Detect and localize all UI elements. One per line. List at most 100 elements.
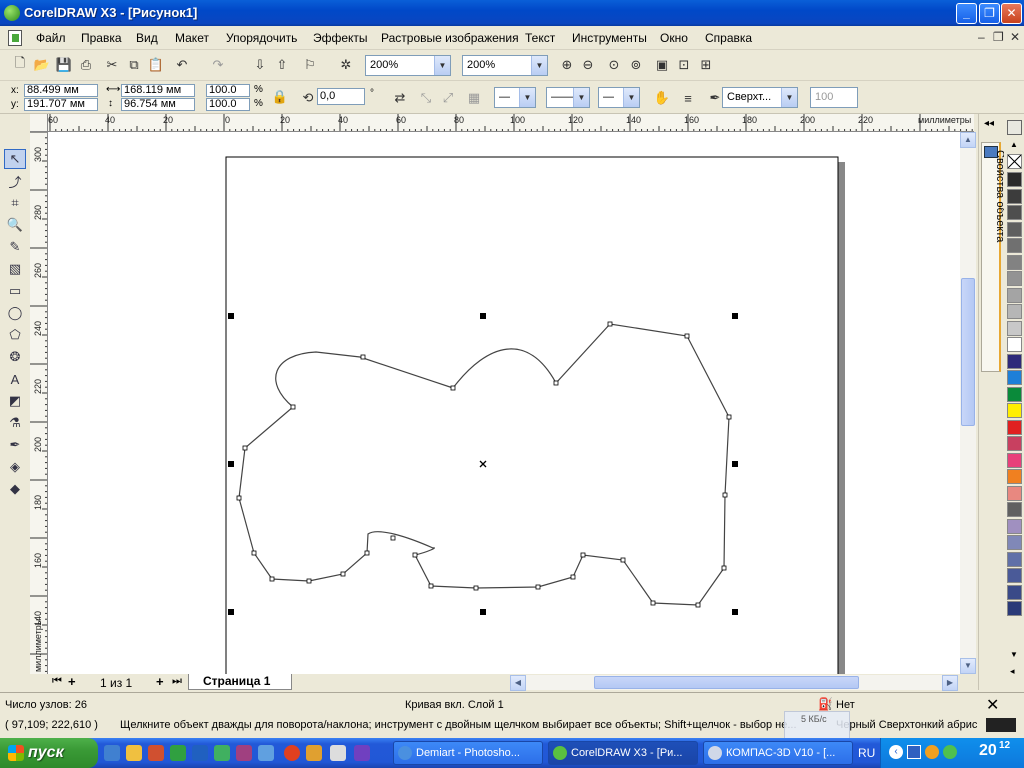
color-swatch[interactable] bbox=[1007, 188, 1022, 204]
color-swatch[interactable] bbox=[1007, 271, 1022, 286]
zoom-tool-icon[interactable]: 🔍 bbox=[4, 215, 26, 235]
scroll-up-button[interactable]: ▲ bbox=[960, 132, 976, 148]
pick-tool-icon[interactable]: ↖ bbox=[4, 149, 26, 169]
line-style-dropdown[interactable]: —— ▼ bbox=[546, 87, 590, 108]
color-swatch[interactable] bbox=[1007, 568, 1022, 583]
title-bar[interactable]: CorelDRAW X3 - [Рисунок1] _ ❐ ✕ bbox=[0, 0, 1024, 26]
curve-smoothness-input[interactable]: 100 bbox=[810, 87, 858, 108]
doc-restore-button[interactable]: ❐ bbox=[993, 30, 1004, 44]
doc-close-button[interactable]: ✕ bbox=[1010, 30, 1020, 44]
start-button[interactable]: пуск bbox=[0, 738, 98, 768]
copy-icon[interactable]: ⧉ bbox=[124, 55, 144, 75]
zoom-all-icon[interactable]: ⊚ bbox=[626, 55, 646, 75]
task-kompas[interactable]: КОМПАС-3D V10 - [... bbox=[703, 741, 853, 765]
text-wrap-icon[interactable]: ≡ bbox=[678, 88, 698, 108]
quicklaunch-explorer-icon[interactable] bbox=[126, 745, 142, 761]
color-swatch[interactable] bbox=[1007, 205, 1022, 220]
menu-window[interactable]: Окно bbox=[660, 31, 688, 45]
x-position-input[interactable]: 88.499 мм bbox=[24, 84, 98, 97]
zoom-page-icon[interactable]: ▣ bbox=[652, 55, 672, 75]
quicklaunch-app-icon[interactable] bbox=[148, 745, 164, 761]
first-page-icon[interactable]: ⏮ bbox=[52, 675, 62, 688]
menu-bitmaps[interactable]: Растровые изображения bbox=[381, 31, 519, 45]
y-position-input[interactable]: 191.707 мм bbox=[24, 98, 98, 111]
lock-ratio-icon[interactable]: 🔒 bbox=[270, 87, 290, 107]
scroll-right-button[interactable]: ▶ bbox=[942, 675, 958, 691]
color-swatch[interactable] bbox=[1007, 221, 1022, 237]
maximize-button[interactable]: ❐ bbox=[979, 3, 1000, 24]
zoom-height-icon[interactable]: ⊞ bbox=[696, 55, 716, 75]
color-swatch[interactable] bbox=[1007, 419, 1022, 435]
menu-layout[interactable]: Макет bbox=[175, 31, 209, 45]
quicklaunch-app-icon[interactable] bbox=[330, 745, 346, 761]
minimize-button[interactable]: _ bbox=[956, 3, 977, 24]
color-swatch[interactable] bbox=[1007, 485, 1022, 501]
show-desktop-icon[interactable] bbox=[104, 745, 120, 761]
zoom-selected-icon[interactable]: ⊙ bbox=[604, 55, 624, 75]
color-swatch[interactable] bbox=[1007, 469, 1022, 484]
color-swatch[interactable] bbox=[1007, 304, 1022, 319]
line-node-icon[interactable]: ⤡ bbox=[416, 88, 436, 108]
quicklaunch-app-icon[interactable] bbox=[354, 745, 370, 761]
quicklaunch-app-icon[interactable] bbox=[192, 745, 208, 761]
color-swatch[interactable] bbox=[1007, 452, 1022, 468]
palette-menu-icon[interactable] bbox=[1007, 120, 1022, 135]
paste-icon[interactable]: 📋 bbox=[146, 55, 166, 75]
color-swatch[interactable] bbox=[1007, 535, 1022, 550]
shape-tool-icon[interactable]: ⤴ bbox=[4, 171, 26, 191]
interactive-fill-tool-icon[interactable]: ◆ bbox=[4, 479, 26, 499]
horizontal-scrollbar[interactable]: ◀ ▶ bbox=[510, 675, 958, 691]
crop-tool-icon[interactable]: ⌗ bbox=[4, 193, 26, 213]
menu-effects[interactable]: Эффекты bbox=[313, 31, 368, 45]
clock-minutes[interactable]: 12 bbox=[999, 740, 1010, 751]
tray-app-icon[interactable] bbox=[943, 745, 957, 759]
color-swatch[interactable] bbox=[1007, 370, 1022, 385]
color-swatch[interactable] bbox=[1007, 601, 1022, 616]
tray-network-icon[interactable] bbox=[907, 745, 921, 759]
coreldraw-app-icon[interactable] bbox=[4, 5, 20, 21]
eyedropper-tool-icon[interactable]: ⚗ bbox=[4, 413, 26, 433]
palette-down-icon[interactable]: ▼ bbox=[1010, 650, 1018, 659]
menu-help[interactable]: Справка bbox=[705, 31, 752, 45]
zoom-in-icon[interactable]: ⊕ bbox=[557, 55, 577, 75]
task-coreldraw[interactable]: CorelDRAW X3 - [Ри... bbox=[548, 741, 698, 765]
palette-expand-icon[interactable]: ◂ bbox=[1010, 666, 1015, 677]
menu-edit[interactable]: Правка bbox=[81, 31, 122, 45]
ellipse-tool-icon[interactable]: ◯ bbox=[4, 303, 26, 323]
print-icon[interactable]: ⎙ bbox=[76, 55, 96, 75]
ruler-origin[interactable] bbox=[30, 114, 48, 132]
polygon-tool-icon[interactable]: ⬠ bbox=[4, 325, 26, 345]
vertical-ruler[interactable]: 300 280 260 240 220 200 180 160 140 милл… bbox=[30, 132, 48, 674]
height-input[interactable]: 96.754 мм bbox=[121, 98, 195, 111]
welcome-screen-icon[interactable]: ✲ bbox=[336, 55, 356, 75]
color-swatch[interactable] bbox=[1007, 386, 1022, 402]
rectangle-tool-icon[interactable]: ▭ bbox=[4, 281, 26, 301]
task-photoshop[interactable]: Demiart - Photosho... bbox=[393, 741, 543, 765]
menu-view[interactable]: Вид bbox=[136, 31, 158, 45]
color-swatch[interactable] bbox=[1007, 353, 1022, 369]
menu-arrange[interactable]: Упорядочить bbox=[226, 31, 297, 45]
scale-x-input[interactable]: 100.0 bbox=[206, 84, 250, 97]
page-tab[interactable]: Страница 1 bbox=[188, 674, 292, 690]
zoom-out-icon[interactable]: ⊖ bbox=[578, 55, 598, 75]
clock-hours[interactable]: 20 bbox=[979, 742, 997, 760]
interactive-blend-tool-icon[interactable]: ◩ bbox=[4, 391, 26, 411]
color-swatch[interactable] bbox=[1007, 337, 1022, 352]
import-icon[interactable]: ⇩ bbox=[250, 55, 270, 75]
outline-tool-icon[interactable]: ✒ bbox=[4, 435, 26, 455]
horizontal-scroll-thumb[interactable] bbox=[594, 676, 859, 689]
new-document-icon[interactable]: 🗋 bbox=[10, 55, 30, 75]
smart-fill-tool-icon[interactable]: ▧ bbox=[4, 259, 26, 279]
color-swatch[interactable] bbox=[1007, 584, 1022, 600]
menu-file[interactable]: Файл bbox=[36, 31, 66, 45]
cut-icon[interactable]: ✂ bbox=[102, 55, 122, 75]
drawing-surface[interactable] bbox=[48, 132, 960, 674]
scale-y-input[interactable]: 100.0 bbox=[206, 98, 250, 111]
outline-color-swatch[interactable] bbox=[986, 718, 1016, 732]
fill-tool-icon[interactable]: ◈ bbox=[4, 457, 26, 477]
no-fill-icon[interactable]: ✕ bbox=[986, 695, 999, 715]
quicklaunch-app-icon[interactable] bbox=[236, 745, 252, 761]
quicklaunch-opera-icon[interactable] bbox=[284, 745, 300, 761]
tray-app-icon[interactable] bbox=[925, 745, 939, 759]
drawing-canvas[interactable] bbox=[48, 132, 960, 674]
